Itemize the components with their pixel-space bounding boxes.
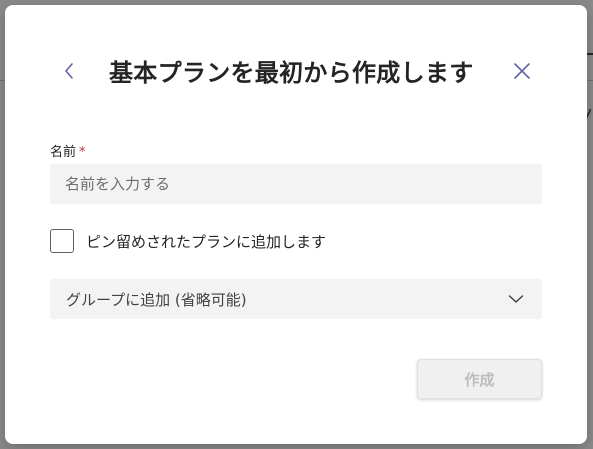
chevron-down-icon [506,289,526,309]
close-button[interactable] [509,58,535,84]
dialog-title: 基本プランを最初から作成します [109,59,474,87]
name-input[interactable] [50,164,542,204]
back-button[interactable] [57,59,81,83]
close-icon [514,63,530,79]
name-label: 名前 * [50,141,86,160]
group-dropdown-text: グループに追加 (省略可能) [66,290,247,309]
pin-checkbox-label: ピン留めされたプランに追加します [86,232,327,251]
pin-checkbox[interactable] [50,229,74,253]
group-dropdown[interactable]: グループに追加 (省略可能) [50,279,542,319]
create-plan-dialog: 基本プランを最初から作成します 名前* ピン留めされたプランに追加します グルー… [5,5,587,444]
name-label-text: 名前 [50,145,77,160]
required-mark: * [79,145,86,160]
create-button[interactable]: 作成 [417,359,542,399]
chevron-left-icon [65,63,73,79]
pin-option[interactable]: ピン留めされたプランに追加します [50,229,326,253]
